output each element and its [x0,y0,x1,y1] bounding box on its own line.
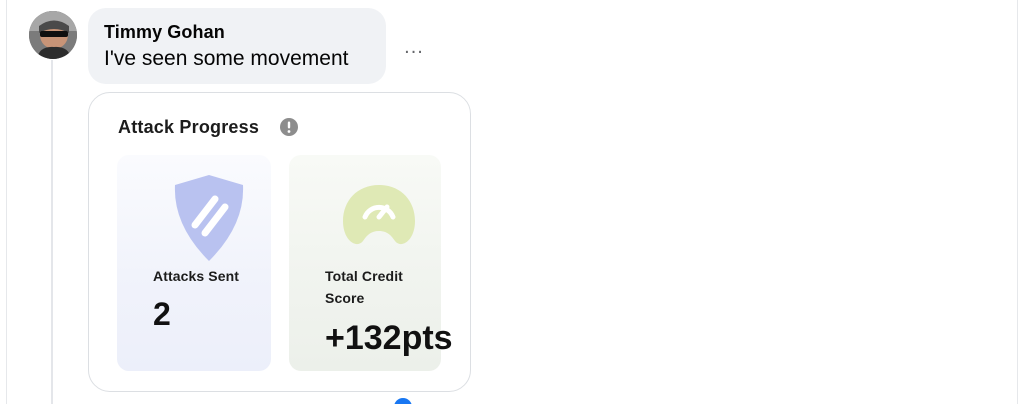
more-options-icon: ... [404,36,424,58]
gauge-icon [343,185,415,245]
card-title: Attack Progress [118,117,260,137]
attacks-sent-tile: Attacks Sent 2 [117,155,271,371]
info-icon[interactable] [280,118,298,136]
comment-bubble: Timmy Gohan I've seen some movement [88,8,386,84]
total-credit-score-label: Total Credit Score [325,268,403,306]
attacks-sent-label: Attacks Sent [153,268,240,284]
total-credit-score-value: +132pts [325,319,453,357]
comment-message: I've seen some movement [104,47,349,70]
comment-thread: Timmy Gohan I've seen some movement ... … [0,0,1024,404]
attacks-sent-value: 2 [153,296,171,332]
thread-connector [51,60,53,404]
attack-progress-card: Attack Progress Attacks Sent 2 Total Cre… [88,92,471,392]
reaction-icon[interactable] [394,398,412,404]
avatar[interactable] [29,11,77,59]
total-credit-score-tile: Total Credit Score +132pts [289,155,453,371]
comment-author[interactable]: Timmy Gohan [104,21,370,43]
left-divider [6,0,7,404]
shield-icon [174,175,244,261]
right-divider [1017,0,1018,404]
more-options-button[interactable]: ... [400,37,428,57]
